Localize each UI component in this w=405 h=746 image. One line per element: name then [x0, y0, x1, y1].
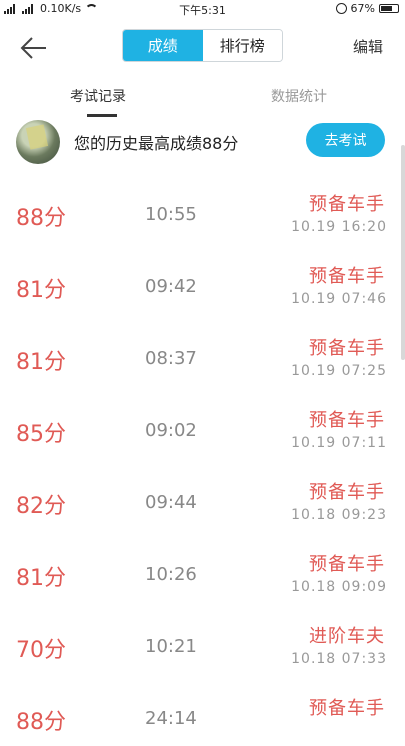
scrollbar[interactable]	[401, 145, 405, 360]
record-date: 10.19 07:25	[291, 363, 387, 379]
edit-button[interactable]: 编辑	[353, 36, 383, 57]
record-rank: 预备车手	[309, 482, 385, 503]
record-rank: 预备车手	[309, 698, 385, 719]
record-score: 82分	[16, 494, 66, 519]
record-date: 10.19 16:20	[291, 219, 387, 235]
record-duration: 24:14	[145, 708, 197, 729]
record-duration: 10:21	[145, 636, 197, 657]
active-tab-indicator	[87, 114, 117, 117]
record-date: 10.18 07:33	[291, 651, 387, 667]
status-bar: 0.10K/s 下午5:31 67%	[0, 0, 405, 18]
record-date: 10.18 09:23	[291, 507, 387, 523]
record-score: 88分	[16, 206, 66, 231]
status-right: 67%	[335, 2, 399, 15]
record-duration: 09:42	[145, 276, 197, 297]
best-score-text: 您的历史最高成绩88分	[74, 134, 239, 153]
record-duration: 09:44	[145, 492, 197, 513]
record-row[interactable]: 81分 09:42 预备车手 10.19 07:46	[0, 242, 405, 314]
record-row[interactable]: 88分 10:55 预备车手 10.19 16:20	[0, 170, 405, 242]
record-score: 70分	[16, 638, 66, 663]
back-arrow-icon	[20, 37, 46, 59]
record-rank: 预备车手	[309, 410, 385, 431]
record-rank: 预备车手	[309, 194, 385, 215]
record-date: 10.19 07:46	[291, 291, 387, 307]
summary-bar: 您的历史最高成绩88分 去考试	[0, 118, 405, 164]
tab-data-statistics[interactable]: 数据统计	[271, 86, 327, 106]
record-row[interactable]: 70分 10:21 进阶车夫 10.18 07:33	[0, 602, 405, 674]
record-duration: 10:26	[145, 564, 197, 585]
record-rank: 进阶车夫	[309, 626, 385, 647]
record-rank: 预备车手	[309, 338, 385, 359]
back-button[interactable]	[18, 34, 50, 62]
record-row[interactable]: 81分 08:37 预备车手 10.19 07:25	[0, 314, 405, 386]
segment-control: 成绩 排行榜	[122, 29, 283, 62]
record-row[interactable]: 81分 10:26 预备车手 10.18 09:09	[0, 530, 405, 602]
alarm-icon	[335, 3, 347, 14]
record-score: 85分	[16, 422, 66, 447]
tab-exam-records[interactable]: 考试记录	[70, 86, 126, 106]
record-score: 88分	[16, 710, 66, 735]
record-score: 81分	[16, 278, 66, 303]
record-row[interactable]: 82分 09:44 预备车手 10.18 09:23	[0, 458, 405, 530]
battery-icon	[379, 4, 399, 13]
record-duration: 10:55	[145, 204, 197, 225]
record-rank: 预备车手	[309, 554, 385, 575]
record-date: 10.18 09:09	[291, 579, 387, 595]
subtab-bar: 考试记录 数据统计	[0, 84, 405, 120]
record-score: 81分	[16, 350, 66, 375]
battery-percent: 67%	[350, 2, 375, 15]
avatar[interactable]	[16, 120, 60, 164]
record-duration: 08:37	[145, 348, 197, 369]
record-row[interactable]: 85分 09:02 预备车手 10.19 07:11	[0, 386, 405, 458]
record-date: 10.19 07:11	[291, 435, 387, 451]
record-row[interactable]: 88分 24:14 预备车手	[0, 674, 405, 746]
header: 成绩 排行榜 编辑	[0, 26, 405, 70]
tab-scores[interactable]: 成绩	[123, 30, 203, 61]
record-score: 81分	[16, 566, 66, 591]
record-rank: 预备车手	[309, 266, 385, 287]
record-duration: 09:02	[145, 420, 197, 441]
record-list: 88分 10:55 预备车手 10.19 16:20 81分 09:42 预备车…	[0, 170, 405, 746]
tab-leaderboard[interactable]: 排行榜	[202, 30, 282, 61]
take-exam-button[interactable]: 去考试	[306, 123, 385, 157]
